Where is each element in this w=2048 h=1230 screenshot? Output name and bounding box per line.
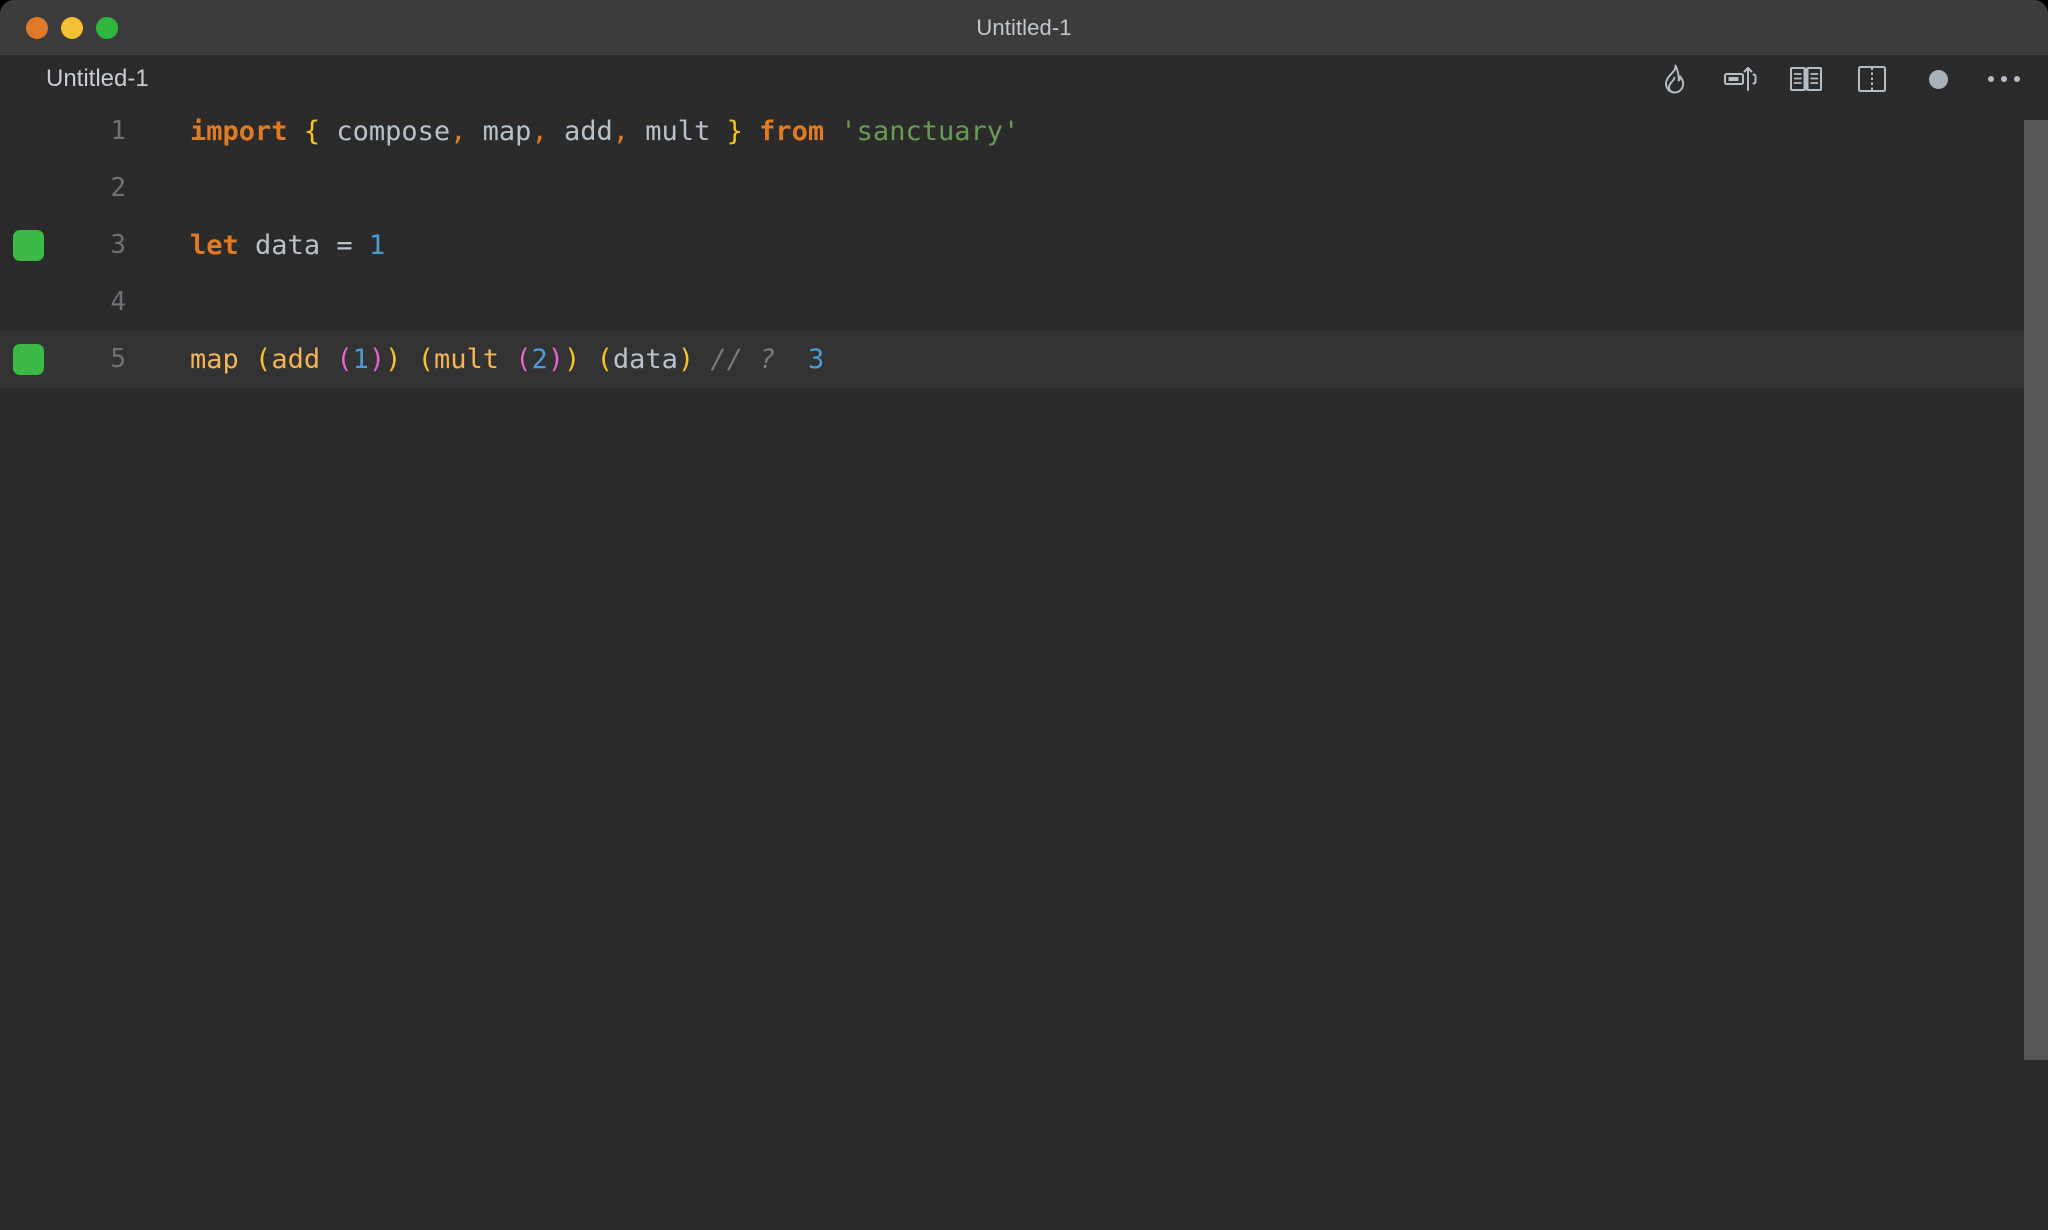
- vertical-scrollbar[interactable]: [2024, 120, 2048, 1060]
- code-token: data: [612, 344, 678, 375]
- code-token: compose: [336, 116, 451, 147]
- tab-strip: Untitled-1: [0, 55, 2048, 103]
- code-token: ): [547, 344, 565, 375]
- minimize-window-button[interactable]: [61, 16, 83, 39]
- code-token: ): [564, 344, 581, 375]
- tab-untitled-1[interactable]: Untitled-1: [46, 55, 149, 103]
- line-text[interactable]: let data = 1: [190, 217, 385, 274]
- more-actions-dots: [1988, 76, 2020, 82]
- code-line[interactable]: 5 map (add (1)) (mult (2)) (data) // ? 3: [0, 331, 2048, 388]
- code-token: import: [190, 116, 288, 147]
- window-titlebar[interactable]: Untitled-1: [0, 0, 2048, 55]
- line-number: 1: [110, 116, 126, 146]
- line-number: 3: [110, 230, 126, 260]
- code-token: (: [336, 344, 353, 375]
- code-token: 2: [531, 344, 548, 375]
- run-inline-icon[interactable]: [1720, 59, 1760, 99]
- code-token: ): [368, 344, 386, 375]
- code-token: 1: [368, 230, 386, 261]
- code-line[interactable]: 1 import { compose, map, add, mult } from…: [0, 103, 2048, 160]
- open-book-icon[interactable]: [1786, 59, 1826, 99]
- code-token: // ?: [710, 344, 776, 375]
- code-token: add: [271, 344, 321, 375]
- code-token: mult: [433, 344, 499, 375]
- unsaved-dot-icon[interactable]: [1918, 59, 1958, 99]
- code-lines-container: 1 import { compose, map, add, mult } from…: [0, 103, 2048, 388]
- line-number: 2: [110, 173, 126, 203]
- close-window-button[interactable]: [26, 16, 48, 39]
- editor-window: Untitled-1 Untitled-1 1 import {compose…: [0, 0, 2048, 1230]
- window-title: Untitled-1: [976, 15, 1072, 40]
- code-token: (: [515, 344, 532, 375]
- code-token: map: [190, 344, 239, 375]
- code-line[interactable]: 2: [0, 160, 2048, 217]
- line-text[interactable]: import { compose, map, add, mult } from …: [190, 103, 1019, 160]
- code-token: let: [190, 230, 239, 261]
- code-token: 1: [352, 344, 369, 375]
- code-token: {: [303, 116, 321, 147]
- code-line[interactable]: 4: [0, 274, 2048, 331]
- code-token: }: [726, 116, 743, 147]
- code-token: ,: [531, 116, 548, 147]
- split-editor-icon[interactable]: [1852, 59, 1892, 99]
- code-token: =: [336, 230, 353, 261]
- code-token: ): [677, 344, 695, 375]
- maximize-window-button[interactable]: [96, 16, 118, 39]
- flame-icon[interactable]: [1654, 59, 1694, 99]
- unsaved-dot-shape: [1928, 69, 1948, 89]
- code-token: mult: [645, 116, 711, 147]
- code-token: 3: [807, 344, 825, 375]
- code-token: (: [596, 344, 613, 375]
- code-token: map: [482, 116, 532, 147]
- code-token: 'sanctuary': [840, 116, 1020, 147]
- line-number: 5: [110, 344, 126, 374]
- more-actions-icon[interactable]: [1984, 59, 2024, 99]
- code-token: data: [255, 230, 321, 261]
- code-token: ): [385, 344, 402, 375]
- code-token: ,: [450, 116, 467, 147]
- line-text[interactable]: map (add (1)) (mult (2)) (data) // ? 3: [190, 331, 824, 388]
- code-line[interactable]: 3 let data = 1: [0, 217, 2048, 274]
- code-token: (: [255, 344, 272, 375]
- code-token: ,: [612, 116, 630, 147]
- traffic-light-group: [16, 0, 118, 55]
- code-token: from: [759, 116, 825, 147]
- editor-toolbar: [1654, 55, 2024, 103]
- line-number: 4: [110, 287, 126, 317]
- code-token: (: [417, 344, 434, 375]
- code-editor[interactable]: 1 import { compose, map, add, mult } from…: [0, 103, 2048, 1230]
- code-token: add: [563, 116, 613, 147]
